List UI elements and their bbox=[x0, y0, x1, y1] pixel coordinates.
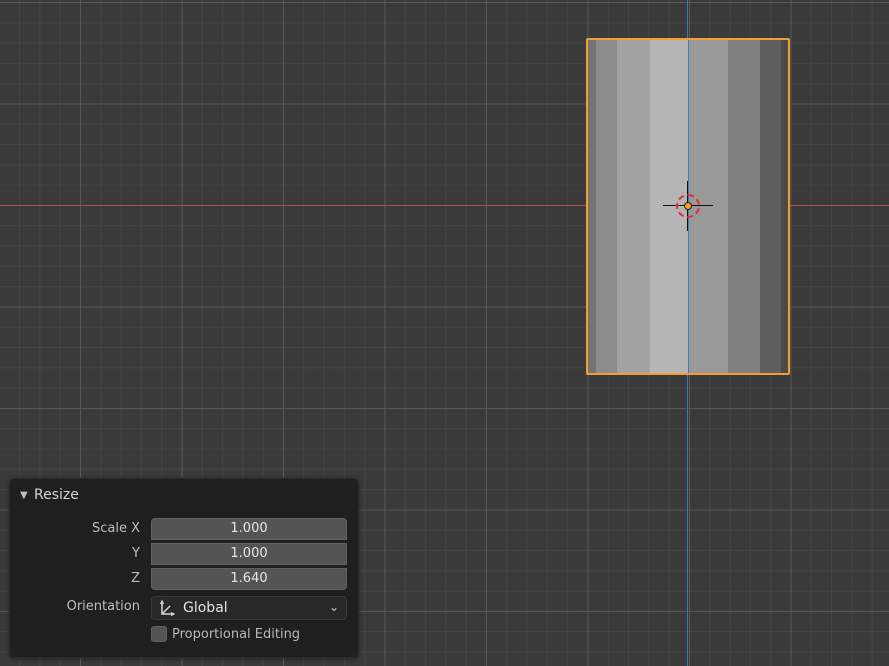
orientation-value: Global bbox=[183, 600, 228, 616]
panel-title: Resize bbox=[34, 487, 79, 503]
3d-cursor-icon bbox=[663, 181, 713, 231]
orientation-label: Orientation bbox=[66, 599, 140, 614]
scale-z-field[interactable]: 1.640 bbox=[151, 568, 347, 590]
chevron-down-icon: ⌄ bbox=[328, 600, 339, 614]
proportional-editing-row[interactable]: Proportional Editing bbox=[151, 626, 300, 642]
scale-z-label: Z bbox=[131, 571, 140, 586]
triangle-down-icon: ▼ bbox=[20, 489, 28, 501]
panel-header[interactable]: ▼ Resize bbox=[20, 485, 79, 505]
resize-operator-panel: ▼ Resize Scale X 1.000 Y 1.000 Z 1.640 O… bbox=[9, 478, 359, 658]
orientation-select[interactable]: Global ⌄ bbox=[151, 596, 347, 620]
scale-x-label: Scale X bbox=[91, 521, 140, 536]
scale-y-label: Y bbox=[132, 546, 140, 561]
transform-orientation-icon bbox=[159, 599, 176, 617]
scale-y-field[interactable]: 1.000 bbox=[151, 543, 347, 565]
proportional-editing-label: Proportional Editing bbox=[172, 626, 301, 642]
proportional-editing-checkbox[interactable] bbox=[151, 626, 167, 642]
scale-x-field[interactable]: 1.000 bbox=[151, 518, 347, 540]
object-origin-dot bbox=[684, 202, 692, 210]
